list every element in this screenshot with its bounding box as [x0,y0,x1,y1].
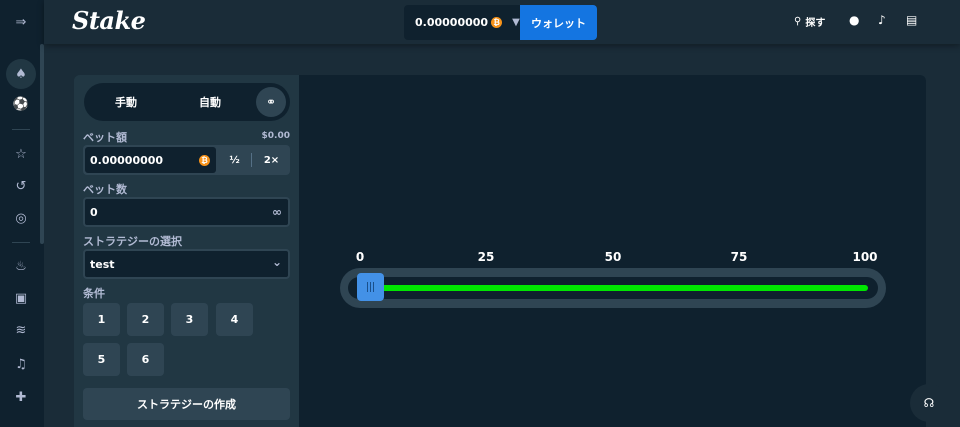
strategy-select-label: ストラテジーの選択 [83,235,182,248]
bitcoin-icon: ₿ [199,155,210,166]
chevron-down-icon: ⌄ [271,255,282,269]
condition-button[interactable]: 5 [83,343,120,376]
notification-bell-icon[interactable]: ♪ [878,13,886,27]
search-icon: ⚲ [794,16,802,27]
wallet-button[interactable]: ウォレット [520,5,597,40]
half-bet-button[interactable]: ½ [218,145,251,175]
side-rail: ⇒ ♠ ⚽ ☆ ↺ ◎ ♨ ▣ ≋ ♫ ✚ [0,0,44,427]
tab-manual[interactable]: 手動 [84,83,168,121]
casino-icon[interactable]: ♠ [6,59,36,89]
slider-tick-label: 50 [604,250,622,264]
rail-divider [12,129,30,130]
bet-count-label: ベット数 [83,183,127,196]
conditions-label: 条件 [83,287,105,300]
bookmark-icon[interactable]: ▣ [10,287,32,309]
rail-scrollbar[interactable] [40,44,44,244]
double-bet-button[interactable]: 2× [253,145,290,175]
condition-button[interactable]: 6 [127,343,164,376]
hot-icon[interactable]: ♨ [10,255,32,277]
bet-amount-label: ベット額 [83,131,127,144]
stake-originals-icon[interactable]: ≋ [10,319,32,341]
slider-tick-label: 100 [852,250,878,264]
slider-tick-label: 0 [355,250,365,264]
slider-tick-label: 75 [730,250,748,264]
search-button[interactable]: ⚲ 探す [794,14,825,29]
slider-handle[interactable] [357,273,384,301]
game-panel: 手動 自動 ⚭ ベット額 $0.00 0.00000000 ₿ ½ 2× ベット… [74,75,926,427]
condition-button[interactable]: 4 [216,303,253,336]
user-icon[interactable]: ● [849,13,859,27]
divider [251,153,252,167]
favorites-icon[interactable]: ☆ [10,143,32,165]
bet-amount-value: 0.00000000 [90,153,164,167]
bet-amount-group: 0.00000000 ₿ ½ 2× [83,145,290,175]
search-label: 探す [805,18,826,29]
game-stage: 0 25 50 75 100 [299,75,926,427]
condition-button[interactable]: 3 [171,303,208,336]
gift-icon[interactable]: ✚ [10,386,32,408]
strategy-select[interactable]: test ⌄ [83,249,290,279]
strategy-value: test [90,257,115,271]
chevron-down-icon: ▼ [512,17,520,28]
recent-icon[interactable]: ↺ [10,175,32,197]
bet-amount-fiat: $0.00 [261,131,290,141]
bet-count-input[interactable]: 0 ∞ [83,197,290,227]
bitcoin-icon: ₿ [491,17,503,28]
slider-tick-label: 25 [477,250,495,264]
sports-icon[interactable]: ⚽ [10,93,32,115]
mode-tabs: 手動 自動 ⚭ [84,83,290,121]
live-support-icon[interactable]: ♫ [10,353,32,375]
tab-auto[interactable]: 自動 [168,83,252,121]
expand-menu-icon[interactable]: ⇒ [10,11,32,33]
link-icon: ⚭ [265,95,277,109]
condition-button[interactable]: 1 [83,303,120,336]
infinity-icon[interactable]: ∞ [272,205,282,219]
bet-amount-input[interactable]: 0.00000000 ₿ [85,147,216,173]
support-headset-icon[interactable]: ☊ [910,384,948,422]
stake-logo[interactable]: Stake [72,6,146,35]
balance-selector[interactable]: 0.00000000 ₿ ▼ [404,5,520,40]
strategy-link-button[interactable]: ⚭ [256,87,286,117]
bet-count-value: 0 [90,205,98,219]
bet-controls: 手動 自動 ⚭ ベット額 $0.00 0.00000000 ₿ ½ 2× ベット… [74,75,299,427]
top-bar: Stake 0.00000000 ₿ ▼ ウォレット ⚲ 探す ● ♪ ▤ [44,0,960,44]
create-strategy-button[interactable]: ストラテジーの作成 [83,388,290,420]
condition-button[interactable]: 2 [127,303,164,336]
chat-icon[interactable]: ▤ [906,13,917,27]
challenges-icon[interactable]: ◎ [10,207,32,229]
rail-divider [12,242,30,243]
balance-amount: 0.00000000 [415,16,489,29]
slider-fill [358,285,868,291]
